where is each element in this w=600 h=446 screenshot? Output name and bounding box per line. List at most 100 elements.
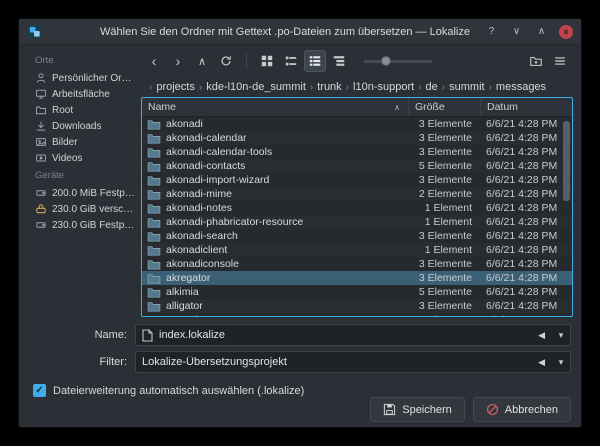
table-row[interactable]: akonadi-contacts5 Elemente6/6/21 4:28 PM: [142, 159, 572, 173]
sidebar-item-downloads[interactable]: Downloads: [27, 118, 135, 134]
sidebar-item-home[interactable]: Persönlicher Ordner: [27, 70, 135, 86]
file-date: 6/6/21 4:28 PM: [480, 216, 572, 228]
icon-size-slider[interactable]: [364, 50, 432, 72]
sidebar-item-label: 230.0 GiB verschlüss…: [52, 204, 135, 215]
table-row[interactable]: akonadi-mime2 Elemente6/6/21 4:28 PM: [142, 187, 572, 201]
sidebar-item-label: Downloads: [52, 121, 101, 132]
sidebar-item-root[interactable]: Root: [27, 102, 135, 118]
column-header-size[interactable]: Größe: [408, 98, 480, 116]
table-row[interactable]: akonadi-phabricator-resource1 Element6/6…: [142, 215, 572, 229]
sidebar-item-pictures[interactable]: Bilder: [27, 134, 135, 150]
table-row[interactable]: akonadi-notes1 Element6/6/21 4:28 PM: [142, 201, 572, 215]
auto-extension-checkbox[interactable]: ✓: [33, 384, 46, 397]
breadcrumb-segment[interactable]: trunk: [317, 81, 341, 93]
column-header-name[interactable]: Name ∧: [142, 98, 408, 116]
filter-select[interactable]: Lokalize-Übersetzungsprojekt ◀ ▾: [135, 351, 571, 373]
new-folder-button[interactable]: [525, 50, 547, 72]
slider-handle[interactable]: [381, 56, 391, 66]
table-row[interactable]: akonadi-import-wizard3 Elemente6/6/21 4:…: [142, 173, 572, 187]
minimize-button[interactable]: ∨: [509, 24, 524, 39]
sidebar-item-videos[interactable]: Videos: [27, 150, 135, 166]
file-date: 6/6/21 4:28 PM: [480, 132, 572, 144]
folder-icon: [147, 245, 161, 256]
sidebar-item-label: 230.0 GiB Festplatte: [52, 220, 135, 231]
window-controls: ? ∨ ∧ ×: [484, 24, 573, 39]
tree-view-button[interactable]: [328, 50, 350, 72]
reload-button[interactable]: [215, 50, 237, 72]
table-row[interactable]: akonadiclient1 Element6/6/21 4:28 PM: [142, 243, 572, 257]
sidebar-item-desktop[interactable]: Arbeitsfläche: [27, 86, 135, 102]
file-list-view: Name ∧ Größe Datum akonadi3 Elemente6/6/…: [141, 97, 573, 317]
forward-button[interactable]: ›: [167, 50, 189, 72]
file-name: akonadi-notes: [166, 202, 408, 214]
places-section-header: Orte: [35, 55, 135, 66]
breadcrumb-segment[interactable]: de: [426, 81, 438, 93]
file-size: 3 Elemente: [408, 272, 480, 284]
clear-input-icon[interactable]: ◀: [531, 330, 552, 341]
chevron-down-icon[interactable]: ▾: [552, 325, 570, 345]
titlebar[interactable]: Wählen Sie den Ordner mit Gettext .po-Da…: [19, 19, 581, 45]
file-date: 6/6/21 4:28 PM: [480, 118, 572, 130]
sidebar-item-device-2[interactable]: 230.0 GiB Festplatte: [27, 217, 135, 233]
breadcrumb-segment[interactable]: l10n-support: [353, 81, 414, 93]
folder-icon: [147, 315, 161, 317]
file-name: akonadi-search: [166, 230, 408, 242]
table-row[interactable]: alkimia5 Elemente6/6/21 4:28 PM: [142, 285, 572, 299]
harddisk-icon: [35, 219, 47, 231]
breadcrumb: › projects › kde-l10n-de_summit › trunk …: [141, 77, 573, 97]
maximize-button[interactable]: ∧: [534, 24, 549, 39]
breadcrumb-segment[interactable]: projects: [156, 81, 195, 93]
breadcrumb-segment[interactable]: summit: [449, 81, 484, 93]
save-button[interactable]: Speichern: [370, 397, 465, 422]
scrollbar-thumb[interactable]: [563, 121, 570, 201]
file-dialog-window: Wählen Sie den Ordner mit Gettext .po-Da…: [18, 18, 582, 428]
up-button[interactable]: ∧: [191, 50, 213, 72]
breadcrumb-segment[interactable]: kde-l10n-de_summit: [206, 81, 306, 93]
folder-icon: [147, 301, 161, 312]
folder-icon: [147, 189, 161, 200]
scrollbar[interactable]: [563, 119, 570, 314]
sidebar-item-device-encrypted[interactable]: 230.0 GiB verschlüss…: [27, 201, 135, 217]
folder-icon: [147, 217, 161, 228]
name-label: Name:: [19, 329, 135, 341]
compact-view-button[interactable]: [280, 50, 302, 72]
sidebar-item-device-1[interactable]: 200.0 MiB Festplatte: [27, 185, 135, 201]
icons-view-button[interactable]: [256, 50, 278, 72]
sidebar-item-label: Root: [52, 105, 73, 116]
column-header-date[interactable]: Datum: [480, 98, 572, 116]
file-size: 3 Elemente: [408, 174, 480, 186]
breadcrumb-segment[interactable]: messages: [496, 81, 546, 93]
close-button[interactable]: ×: [559, 25, 573, 39]
details-view-button[interactable]: [304, 50, 326, 72]
table-row[interactable]: akonadi-search3 Elemente6/6/21 4:28 PM: [142, 229, 572, 243]
table-row[interactable]: akonadi3 Elemente6/6/21 4:28 PM: [142, 117, 572, 131]
table-row[interactable]: amarok5 Elemente6/6/21 4:28 PM: [142, 313, 572, 316]
window-title: Wählen Sie den Ordner mit Gettext .po-Da…: [79, 26, 491, 38]
filename-input[interactable]: index.lokalize ◀ ▾: [135, 324, 571, 346]
clear-input-icon[interactable]: ◀: [531, 357, 552, 368]
file-date: 6/6/21 4:28 PM: [480, 230, 572, 242]
file-name: akonadi-phabricator-resource: [166, 216, 408, 228]
file-size: 1 Element: [408, 216, 480, 228]
folder-root-icon: [35, 104, 47, 116]
encrypted-drive-icon: [35, 203, 47, 215]
folder-icon: [147, 133, 161, 144]
file-date: 6/6/21 4:28 PM: [480, 160, 572, 172]
cancel-button[interactable]: Abbrechen: [473, 397, 571, 422]
table-row[interactable]: akonadi-calendar-tools3 Elemente6/6/21 4…: [142, 145, 572, 159]
chevron-down-icon[interactable]: ▾: [552, 352, 570, 372]
dialog-buttons: Speichern Abbrechen: [19, 397, 581, 428]
devices-section-header: Geräte: [35, 170, 135, 181]
toolbar: ‹ › ∧: [141, 45, 573, 77]
table-row[interactable]: akonadiconsole3 Elemente6/6/21 4:28 PM: [142, 257, 572, 271]
back-button[interactable]: ‹: [143, 50, 165, 72]
options-menu-button[interactable]: [549, 50, 571, 72]
auto-extension-label: Dateierweiterung automatisch auswählen (…: [53, 385, 304, 397]
file-date: 6/6/21 4:28 PM: [480, 146, 572, 158]
sidebar-item-label: 200.0 MiB Festplatte: [52, 188, 135, 199]
table-row[interactable]: akregator3 Elemente6/6/21 4:28 PM: [142, 271, 572, 285]
table-row[interactable]: akonadi-calendar3 Elemente6/6/21 4:28 PM: [142, 131, 572, 145]
folder-icon: [147, 161, 161, 172]
table-row[interactable]: alligator3 Elemente6/6/21 4:28 PM: [142, 299, 572, 313]
file-date: 6/6/21 4:28 PM: [480, 272, 572, 284]
